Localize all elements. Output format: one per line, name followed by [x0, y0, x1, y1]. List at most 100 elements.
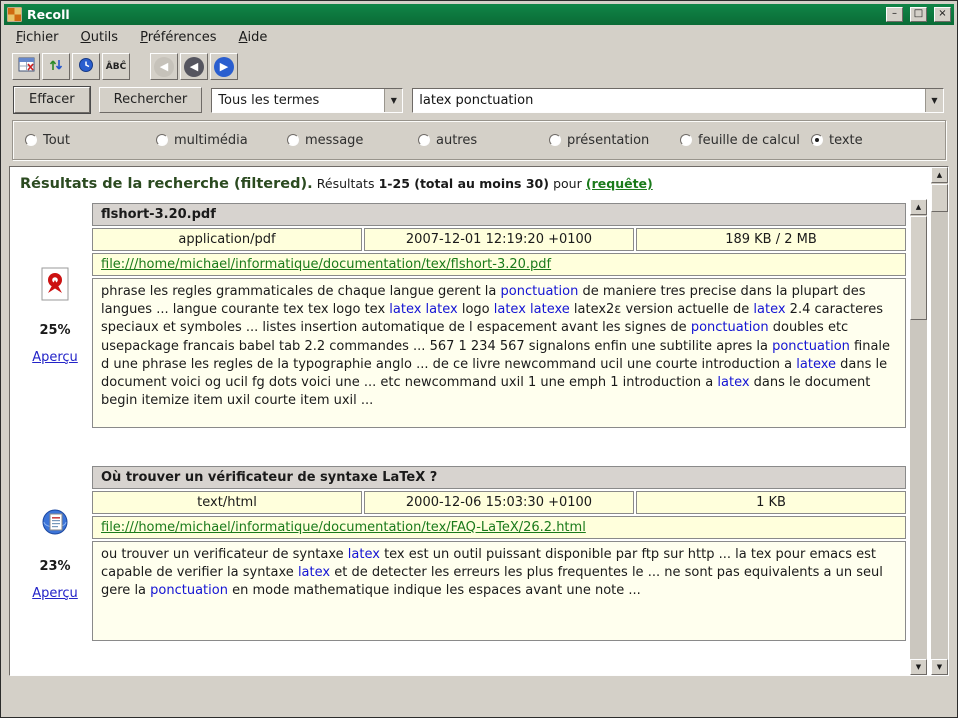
search-input[interactable] [412, 88, 944, 113]
result-url-link[interactable]: file:///home/michael/informatique/docume… [101, 257, 551, 272]
result-date: 2007-12-01 12:19:20 +0100 [364, 228, 634, 251]
result-url-cell: file:///home/michael/informatique/docume… [92, 253, 906, 276]
highlighted-term: latex [717, 375, 749, 390]
maximize-button[interactable]: □ [910, 7, 927, 22]
recoll-window: Recoll – □ × Fichier Outils Préférences … [0, 0, 958, 718]
menu-aide[interactable]: Aide [235, 28, 272, 47]
results-panel: Résultats de la recherche (filtered). Ré… [9, 166, 949, 676]
search-mode-select[interactable]: Tous les termes ▼ [211, 88, 403, 113]
next-page-button[interactable]: ▶ [210, 53, 238, 80]
clear-button[interactable]: Effacer [14, 87, 90, 113]
preview-link[interactable]: Aperçu [32, 350, 78, 365]
result-row-1: 25% Aperçu flshort-3.20.pdf application/… [18, 203, 906, 428]
radio-icon [287, 134, 299, 146]
result-url-cell: file:///home/michael/informatique/docume… [92, 516, 906, 539]
results-list: 25% Aperçu flshort-3.20.pdf application/… [10, 199, 931, 675]
result-snippet: phrase les regles grammaticales de chaqu… [92, 278, 906, 428]
relevance-percent: 25% [39, 323, 70, 338]
term-explorer-button[interactable]: ÂBĈ [102, 53, 130, 80]
search-button[interactable]: Rechercher [99, 87, 203, 113]
highlighted-term: latexe [796, 357, 836, 372]
result-1-icon-col: 25% Aperçu [18, 203, 92, 428]
highlighted-term: latex [298, 565, 330, 580]
filter-message[interactable]: message [287, 133, 418, 148]
menu-preferences[interactable]: Préférences [136, 28, 220, 47]
highlighted-term: ponctuation [150, 583, 228, 598]
results-header: Résultats de la recherche (filtered). Ré… [10, 167, 931, 199]
menu-bar: Fichier Outils Préférences Aide [4, 25, 954, 50]
preview-link[interactable]: Aperçu [32, 586, 78, 601]
result-title: flshort-3.20.pdf [92, 203, 906, 226]
results-title: Résultats de la recherche (filtered). [20, 176, 313, 192]
radio-icon [25, 134, 37, 146]
filter-presentation[interactable]: présentation [549, 133, 680, 148]
radio-icon [549, 134, 561, 146]
scrollbar-thumb[interactable] [931, 184, 948, 212]
result-meta-row: application/pdf 2007-12-01 12:19:20 +010… [92, 228, 906, 251]
filter-label: texte [829, 133, 863, 148]
results-count-prefix: Résultats [317, 176, 375, 191]
close-button[interactable]: × [934, 7, 951, 22]
result-url-link[interactable]: file:///home/michael/informatique/docume… [101, 520, 586, 535]
back-button[interactable]: ◀ [150, 53, 178, 80]
filter-label: autres [436, 133, 477, 148]
radio-icon [811, 134, 823, 146]
snippet-text: phrase les regles grammaticales de chaqu… [101, 284, 501, 299]
results-panel-scrollbar[interactable]: ▲ ▼ [931, 167, 948, 675]
chevron-down-icon: ▼ [384, 89, 402, 112]
previous-page-button[interactable]: ◀ [180, 53, 208, 80]
snippet-text: logo [458, 302, 494, 317]
query-history-dropdown[interactable]: ▼ [925, 89, 943, 112]
filter-feuille-de-calcul[interactable]: feuille de calcul [680, 133, 811, 148]
scroll-down-icon[interactable]: ▼ [910, 659, 927, 675]
menu-outils[interactable]: Outils [77, 28, 123, 47]
highlighted-term: ponctuation [691, 320, 769, 335]
sort-results-button[interactable] [42, 53, 70, 80]
results-pour: pour [553, 176, 582, 191]
result-2-table: Où trouver un vérificateur de syntaxe La… [92, 466, 906, 641]
result-title: Où trouver un vérificateur de syntaxe La… [92, 466, 906, 489]
html-icon [40, 507, 70, 541]
scroll-down-icon[interactable]: ▼ [931, 659, 948, 675]
next-page-icon: ▶ [214, 57, 234, 77]
results-list-scrollbar[interactable]: ▲ ▼ [910, 199, 927, 675]
titlebar: Recoll – □ × [4, 4, 954, 25]
result-mime: text/html [92, 491, 362, 514]
filter-texte[interactable]: texte [811, 133, 942, 148]
highlighted-term: latex latex [389, 302, 457, 317]
clear-search-button[interactable] [12, 53, 40, 80]
back-icon: ◀ [154, 57, 174, 77]
filter-label: message [305, 133, 363, 148]
result-2-icon-col: 23% Aperçu [18, 466, 92, 641]
result-snippet: ou trouver un verificateur de syntaxe la… [92, 541, 906, 641]
scrollbar-thumb[interactable] [910, 216, 927, 320]
filter-label: Tout [43, 133, 70, 148]
result-date: 2000-12-06 15:03:30 +0100 [364, 491, 634, 514]
search-mode-value: Tous les termes [212, 93, 384, 108]
toolbar: ÂBĈ ◀ ◀ ▶ [4, 50, 954, 83]
filter-row: Tout multimédia message autres présentat… [12, 120, 946, 160]
search-row: Effacer Rechercher Tous les termes ▼ ▼ [4, 83, 954, 117]
query-history-button[interactable] [72, 53, 100, 80]
clear-search-icon [18, 57, 35, 76]
window-title: Recoll [27, 7, 879, 22]
filter-label: feuille de calcul [698, 133, 800, 148]
result-mime: application/pdf [92, 228, 362, 251]
highlighted-term: latex latexe [494, 302, 570, 317]
result-size: 1 KB [636, 491, 906, 514]
query-link[interactable]: (requête) [586, 176, 653, 191]
result-row-2: 23% Aperçu Où trouver un vérificateur de… [18, 466, 906, 641]
result-meta-row: text/html 2000-12-06 15:03:30 +0100 1 KB [92, 491, 906, 514]
recoll-app-icon [7, 7, 22, 22]
scroll-up-icon[interactable]: ▲ [931, 167, 948, 183]
minimize-button[interactable]: – [886, 7, 903, 22]
filter-label: présentation [567, 133, 649, 148]
result-1-table: flshort-3.20.pdf application/pdf 2007-12… [92, 203, 906, 428]
filter-multimedia[interactable]: multimédia [156, 133, 287, 148]
scroll-up-icon[interactable]: ▲ [910, 199, 927, 215]
filter-tout[interactable]: Tout [25, 133, 156, 148]
query-history-icon [78, 57, 94, 77]
previous-page-icon: ◀ [184, 57, 204, 77]
menu-fichier[interactable]: Fichier [12, 28, 63, 47]
filter-autres[interactable]: autres [418, 133, 549, 148]
